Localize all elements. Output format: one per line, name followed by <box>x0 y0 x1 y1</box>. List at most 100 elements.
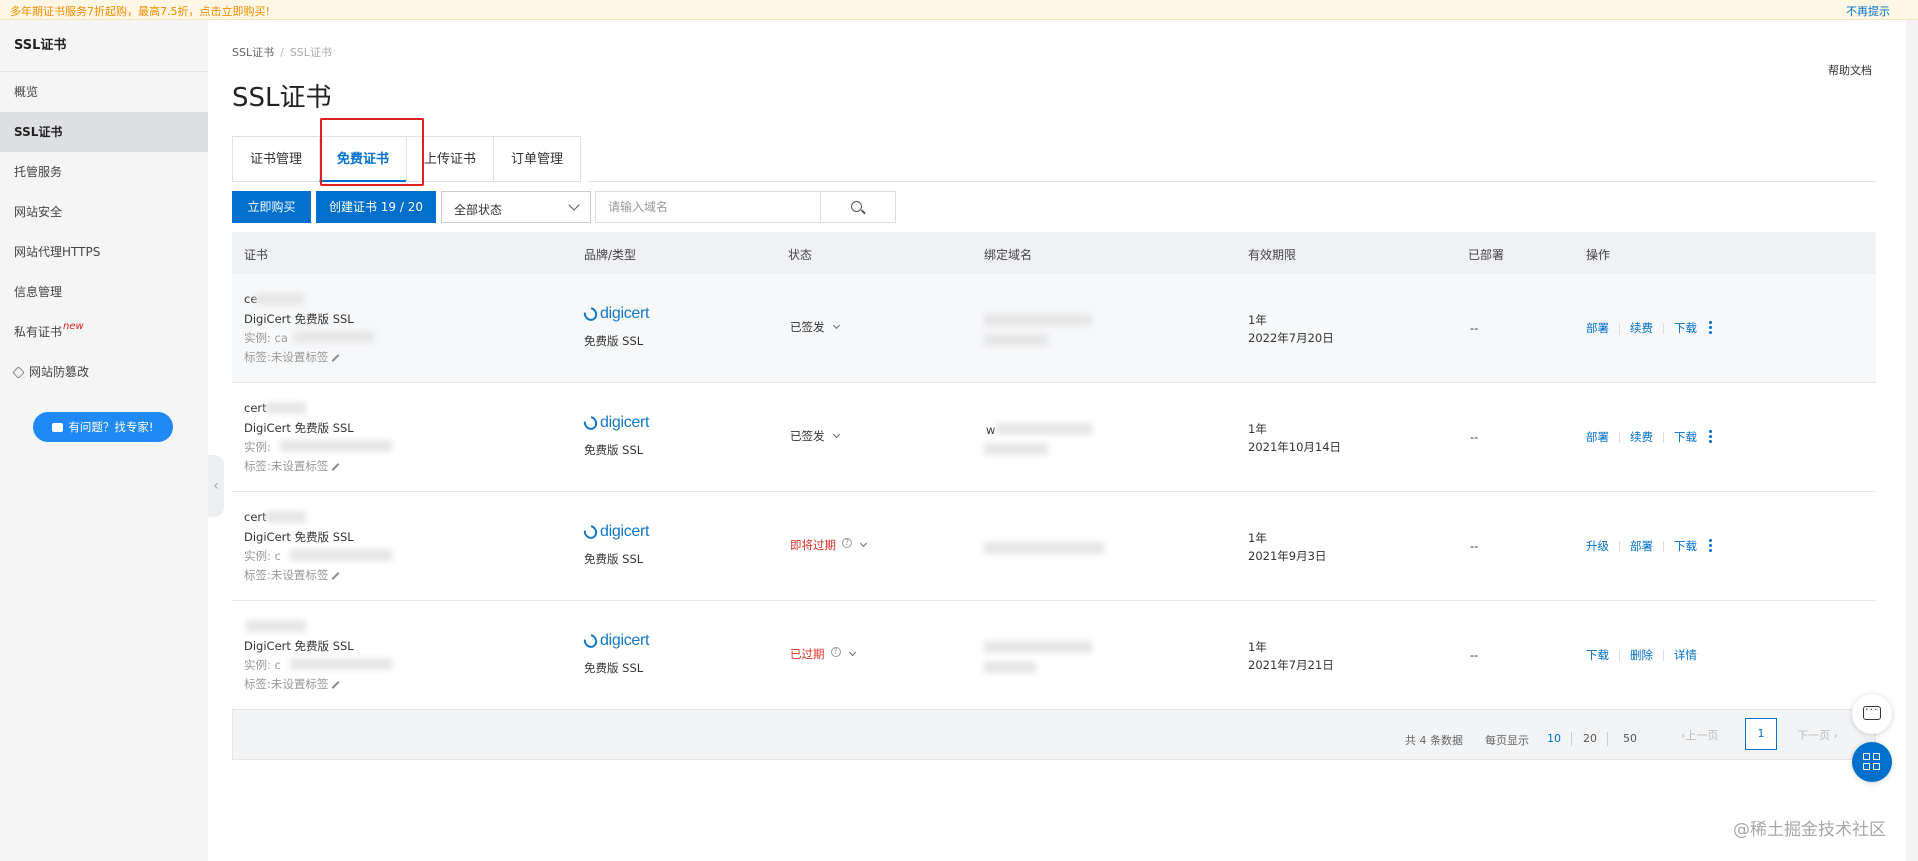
details-link[interactable]: 详情 <box>1674 647 1697 663</box>
cert-tags[interactable]: 标签:未设置标签 <box>244 458 340 474</box>
next-page-button[interactable]: 下一页 › <box>1797 727 1838 743</box>
redacted-domain <box>984 661 1036 673</box>
question-icon[interactable]: ? <box>842 538 852 548</box>
download-link[interactable]: 下载 <box>1674 320 1697 336</box>
apps-grid-button[interactable] <box>1852 742 1892 782</box>
page-size-10[interactable]: 10 <box>1547 732 1561 745</box>
cert-tags[interactable]: 标签:未设置标签 <box>244 349 340 365</box>
more-options-icon[interactable] <box>1703 429 1717 445</box>
sidebar-item-ssl[interactable]: SSL证书 <box>0 112 208 152</box>
cert-instance: 实例: c <box>244 549 281 563</box>
sidebar-item-tamper[interactable]: 网站防篡改 <box>0 352 208 392</box>
status-value[interactable]: 已签发 <box>790 428 840 444</box>
prev-page-button[interactable]: ‹上一页 <box>1681 727 1718 743</box>
redacted-text <box>246 620 306 632</box>
sidebar-item-overview[interactable]: 概览 <box>0 72 208 112</box>
cert-tags[interactable]: 标签:未设置标签 <box>244 676 340 692</box>
redacted-text <box>266 511 306 523</box>
cert-instance: 实例: ca <box>244 331 288 345</box>
cert-instance: 实例: c <box>244 658 281 672</box>
sidebar-collapse-handle[interactable]: ‹ <box>208 455 224 517</box>
digicert-logo: digicert <box>581 522 649 542</box>
table-header: 证书 品牌/类型 状态 绑定域名 有效期限 已部署 操作 <box>232 232 1876 274</box>
breadcrumb-separator: / <box>280 46 284 59</box>
deployed-count: -- <box>1470 321 1479 335</box>
ask-expert-button[interactable]: 有问题？找专家! <box>33 412 173 442</box>
edit-icon[interactable] <box>331 681 340 689</box>
digicert-mark-icon <box>581 631 600 651</box>
tab-upload-cert[interactable]: 上传证书 <box>406 136 494 182</box>
create-cert-button[interactable]: 创建证书 19 / 20 <box>316 191 436 223</box>
tab-orders[interactable]: 订单管理 <box>493 136 582 182</box>
page-number-1[interactable]: 1 <box>1745 718 1777 750</box>
redacted-text <box>290 658 392 670</box>
expiry-date: 2022年7月20日 <box>1248 331 1334 345</box>
renew-link[interactable]: 续费 <box>1630 429 1653 445</box>
cert-tags[interactable]: 标签:未设置标签 <box>244 567 340 583</box>
delete-link[interactable]: 删除 <box>1630 647 1653 663</box>
row-actions: 升级 部署 下载 <box>1586 538 1717 554</box>
question-icon[interactable]: ? <box>830 647 841 657</box>
page-size-20[interactable]: 20 <box>1583 732 1597 745</box>
search-button[interactable] <box>821 191 896 223</box>
upgrade-link[interactable]: 升级 <box>1586 538 1609 554</box>
buy-now-button[interactable]: 立即购买 <box>232 191 311 223</box>
link-icon <box>12 366 25 379</box>
edit-icon[interactable] <box>331 354 340 362</box>
domain-search-input[interactable] <box>595 191 821 223</box>
sidebar-item-info[interactable]: 信息管理 <box>0 272 208 312</box>
ask-expert-label: 有问题？找专家! <box>68 420 154 434</box>
deploy-link[interactable]: 部署 <box>1586 429 1609 445</box>
edit-icon[interactable] <box>331 572 340 580</box>
col-status: 状态 <box>788 248 813 262</box>
cert-product: DigiCert 免费版 SSL <box>244 639 354 653</box>
deployed-count: -- <box>1470 430 1479 444</box>
cert-instance: 实例: <box>244 440 271 454</box>
page-scrollbar[interactable] <box>1906 20 1918 861</box>
status-value[interactable]: 已签发 <box>790 319 840 335</box>
download-link[interactable]: 下载 <box>1586 647 1609 663</box>
deploy-link[interactable]: 部署 <box>1586 320 1609 336</box>
download-link[interactable]: 下载 <box>1674 538 1697 554</box>
chevron-left-icon: ‹ <box>213 478 219 494</box>
cert-product: DigiCert 免费版 SSL <box>244 312 354 326</box>
download-link[interactable]: 下载 <box>1674 429 1697 445</box>
tab-free-cert[interactable]: 免费证书 <box>319 136 407 182</box>
breadcrumb-root[interactable]: SSL证书 <box>232 46 274 59</box>
more-options-icon[interactable] <box>1703 320 1717 336</box>
edit-icon[interactable] <box>331 463 340 471</box>
more-options-icon[interactable] <box>1703 538 1717 554</box>
per-page-label: 每页显示 <box>1485 734 1529 747</box>
digicert-mark-icon <box>581 413 600 433</box>
sidebar-item-label: 私有证书 <box>14 325 63 339</box>
sidebar-item-label: 概览 <box>14 85 39 99</box>
sidebar-item-managed[interactable]: 托管服务 <box>0 152 208 192</box>
promo-banner-text[interactable]: 多年期证书服务7折起购，最高7.5折，点击立即购买! <box>10 3 270 19</box>
cert-type: 免费版 SSL <box>584 334 644 348</box>
sidebar-item-private-cert[interactable]: 私有证书new <box>0 312 208 352</box>
renew-link[interactable]: 续费 <box>1630 320 1653 336</box>
feedback-chat-button[interactable] <box>1852 694 1892 734</box>
deploy-link[interactable]: 部署 <box>1630 538 1653 554</box>
tab-cert-management[interactable]: 证书管理 <box>232 136 320 182</box>
page-size-50[interactable]: 50 <box>1623 732 1637 745</box>
col-brand: 品牌/类型 <box>584 248 637 262</box>
status-text: 已过期 <box>790 647 825 661</box>
sidebar-item-proxy-https[interactable]: 网站代理HTTPS <box>0 232 208 272</box>
sidebar-item-label: 网站防篡改 <box>29 365 90 379</box>
sidebar-item-site-security[interactable]: 网站安全 <box>0 192 208 232</box>
breadcrumb-current: SSL证书 <box>289 46 332 59</box>
status-value[interactable]: 即将过期? <box>790 537 868 553</box>
promo-dismiss-link[interactable]: 不再提示 <box>1846 3 1890 19</box>
sidebar-item-label: SSL证书 <box>14 125 63 139</box>
chevron-down-icon <box>832 321 840 330</box>
col-domain: 绑定域名 <box>984 248 1033 262</box>
validity-term: 1年 <box>1248 640 1267 654</box>
status-filter-select[interactable]: 全部状态 <box>441 191 591 223</box>
help-docs-link[interactable]: 帮助文档 <box>1828 62 1872 78</box>
redacted-text <box>266 402 306 414</box>
chevron-down-icon <box>832 430 840 439</box>
status-value[interactable]: 已过期? <box>790 646 856 662</box>
table-row: ce DigiCert 免费版 SSL 实例: ca 标签:未设置标签 digi… <box>232 274 1876 383</box>
chevron-down-icon <box>568 199 580 211</box>
